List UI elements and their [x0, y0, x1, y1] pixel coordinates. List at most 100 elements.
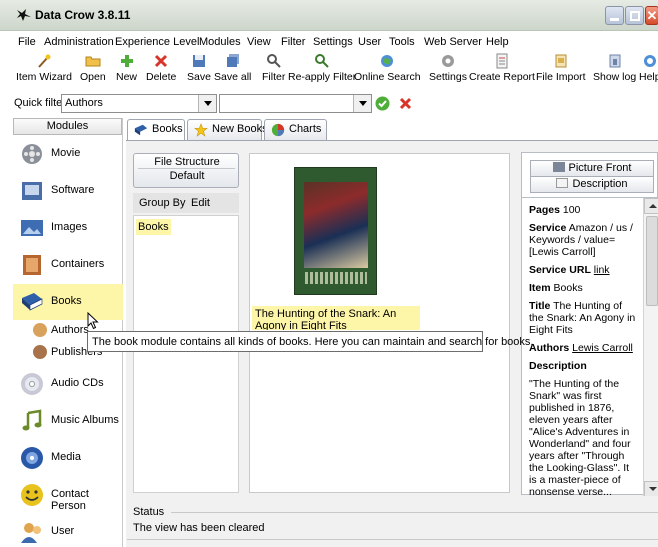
- close-icon: ✕: [646, 8, 658, 23]
- minimize-button[interactable]: [605, 6, 624, 25]
- help-icon: [643, 55, 656, 67]
- save-all-button[interactable]: Save all: [214, 53, 251, 83]
- grouping-divider: [138, 168, 235, 169]
- menu-web-server[interactable]: Web Server: [424, 36, 482, 48]
- detail-item: Item Books: [529, 282, 583, 294]
- scroll-up-arrow-icon[interactable]: [644, 198, 658, 214]
- toolbar: Item Wizard Open New Delete Save Save al…: [0, 53, 658, 89]
- close-button[interactable]: ✕: [645, 6, 658, 25]
- filter-button[interactable]: Filter: [262, 53, 285, 83]
- module-images[interactable]: Images: [13, 210, 123, 246]
- group-tree: Books: [133, 215, 239, 493]
- data-crow-logo-icon: [17, 9, 31, 21]
- create-report-button[interactable]: Create Report: [469, 53, 535, 83]
- scroll-thumb[interactable]: [646, 216, 658, 306]
- quick-filter-field-select[interactable]: Authors: [61, 94, 217, 113]
- help-button[interactable]: Help: [639, 53, 658, 83]
- floppy-icon: [192, 55, 205, 67]
- maximize-icon: [630, 11, 640, 21]
- menu-user[interactable]: User: [358, 36, 381, 48]
- menu-help[interactable]: Help: [486, 36, 509, 48]
- tab-charts[interactable]: Charts: [264, 119, 327, 140]
- detail-title: Title The Hunting of the Snark: An Agony…: [529, 300, 636, 336]
- module-audio-cds[interactable]: Audio CDs: [13, 366, 123, 402]
- detail-scrollbar[interactable]: [643, 198, 658, 496]
- chevron-down-icon[interactable]: [198, 95, 216, 112]
- module-software[interactable]: Software: [13, 173, 123, 209]
- default-grouping-button[interactable]: Default: [134, 170, 240, 184]
- module-music-albums[interactable]: Music Albums: [13, 403, 123, 439]
- tab-new-books[interactable]: New Books: [187, 119, 268, 140]
- module-contact-person[interactable]: Contact Person: [13, 477, 123, 513]
- status-bottom-divider: [127, 539, 658, 540]
- detail-service: Service Amazon / us / Keywords / value=[…: [529, 222, 633, 258]
- title-bar: Data Crow 3.8.11 ✕: [0, 0, 658, 31]
- save-button[interactable]: Save: [187, 53, 211, 83]
- book-cover-image[interactable]: [294, 167, 377, 295]
- description-tab-button[interactable]: Description: [530, 176, 654, 193]
- menu-view[interactable]: View: [247, 36, 271, 48]
- magnifier-refresh-icon: [315, 54, 329, 68]
- menu-filter[interactable]: Filter: [281, 36, 305, 48]
- show-log-button[interactable]: Show log: [593, 53, 636, 83]
- group-by-menu[interactable]: Group By: [139, 197, 185, 209]
- picture-front-button[interactable]: Picture Front: [530, 160, 654, 177]
- media-disc-icon: [21, 447, 43, 469]
- item-wizard-button[interactable]: Item Wizard: [16, 53, 72, 83]
- module-containers[interactable]: Containers: [13, 247, 123, 283]
- grouping-panel: File Structure Default Group By Edit Boo…: [133, 153, 239, 493]
- menu-modules[interactable]: Modules: [199, 36, 241, 48]
- cd-icon: [21, 373, 43, 395]
- menu-settings[interactable]: Settings: [313, 36, 353, 48]
- settings-button[interactable]: Settings: [429, 53, 467, 83]
- import-icon: [555, 54, 567, 68]
- detail-description-label: Description: [529, 360, 587, 372]
- item-view: The Hunting of the Snark: An Agony in Ei…: [249, 153, 510, 493]
- folder-icon: [85, 56, 101, 67]
- item-caption[interactable]: The Hunting of the Snark: An Agony in Ei…: [252, 306, 420, 330]
- file-import-button[interactable]: File Import: [536, 53, 586, 83]
- menu-experience-level[interactable]: Experience Level: [115, 36, 199, 48]
- open-button[interactable]: Open: [80, 53, 106, 83]
- menu-tools[interactable]: Tools: [389, 36, 415, 48]
- magnifier-icon: [266, 54, 281, 68]
- tab-books[interactable]: Books: [127, 119, 185, 140]
- author-icon: [33, 323, 47, 337]
- detail-scroll-area[interactable]: Pages 100 Service Amazon / us / Keywords…: [522, 197, 658, 496]
- window-title: Data Crow 3.8.11: [35, 8, 131, 22]
- quick-filter-text-combo[interactable]: [219, 94, 372, 113]
- menu-file[interactable]: File: [18, 36, 36, 48]
- detail-service-url: Service URL link: [529, 264, 610, 276]
- group-tree-item-books[interactable]: Books: [136, 219, 171, 235]
- maximize-button[interactable]: [625, 6, 644, 25]
- menu-administration[interactable]: Administration: [44, 36, 114, 48]
- plus-icon: [120, 55, 133, 67]
- detail-panel: Picture Front Description Pages 100 Serv…: [521, 152, 658, 496]
- user-icon: [21, 523, 41, 543]
- scroll-down-arrow-icon[interactable]: [644, 481, 658, 496]
- reapply-filter-button[interactable]: Re-apply Filter: [288, 53, 356, 83]
- book-icon: [22, 293, 43, 311]
- image-icon: [21, 220, 43, 236]
- online-search-button[interactable]: Online Search: [354, 53, 421, 83]
- chevron-down-icon[interactable]: [353, 95, 371, 112]
- service-url-link[interactable]: link: [594, 264, 610, 276]
- module-user[interactable]: User: [13, 514, 123, 547]
- apply-filter-check-icon[interactable]: [375, 96, 390, 111]
- module-books[interactable]: Books: [13, 284, 123, 320]
- delete-button[interactable]: Delete: [146, 53, 176, 83]
- wand-icon: [38, 54, 51, 68]
- new-button[interactable]: New: [116, 53, 137, 83]
- group-edit-menu[interactable]: Edit: [191, 197, 210, 209]
- quick-filter-field-value: Authors: [65, 97, 103, 109]
- gear-icon: [441, 55, 454, 67]
- star-icon: [194, 123, 208, 137]
- module-media[interactable]: Media: [13, 440, 123, 476]
- status-divider: [171, 512, 658, 513]
- detail-description-text: "The Hunting of the Snark" was first pub…: [529, 378, 631, 496]
- author-link[interactable]: Lewis Carroll: [572, 342, 633, 354]
- menu-bar: File Administration Experience Level Mod…: [0, 33, 658, 51]
- module-movie[interactable]: Movie: [13, 136, 123, 172]
- globe-icon: [381, 55, 394, 67]
- clear-filter-x-icon[interactable]: [398, 96, 413, 111]
